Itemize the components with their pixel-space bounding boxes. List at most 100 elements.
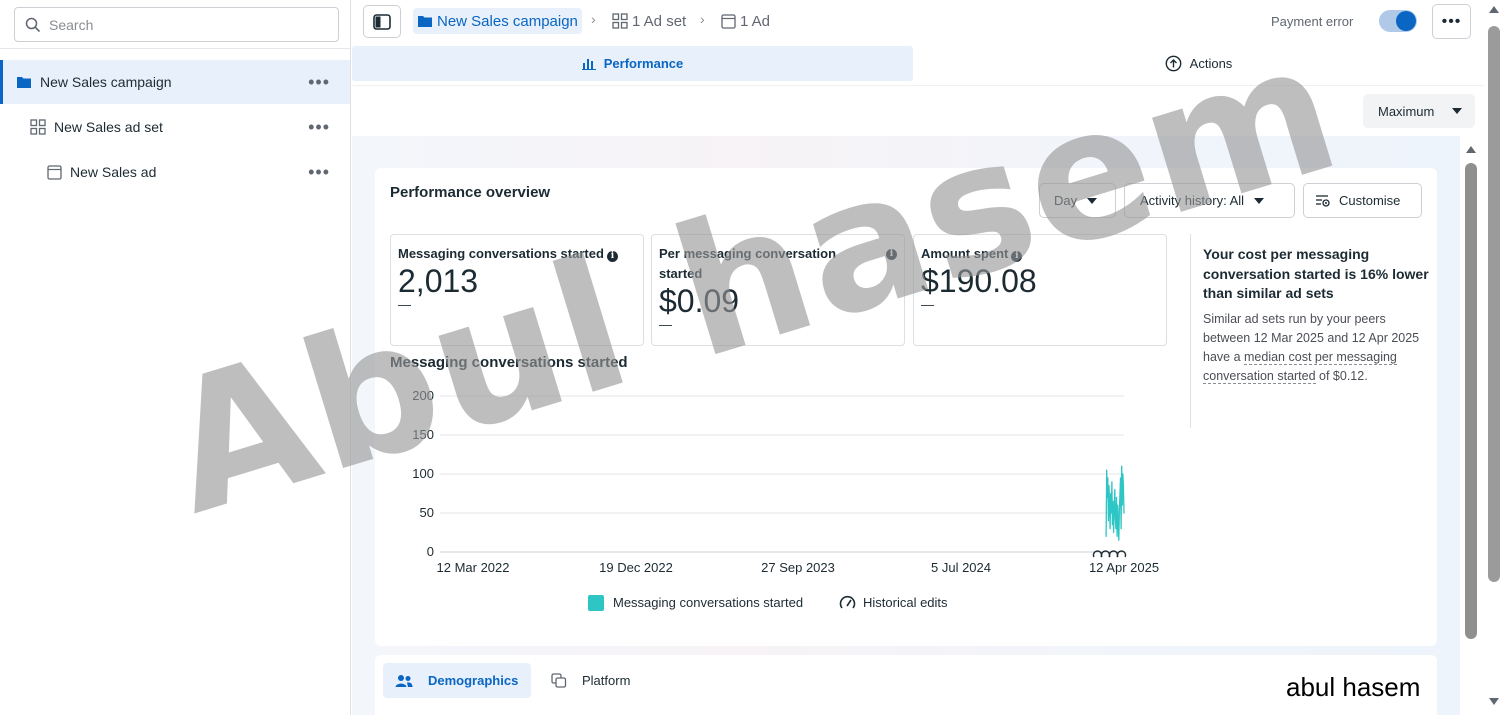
content-scrollbar[interactable] — [1462, 140, 1480, 715]
data-point — [1111, 481, 1113, 483]
data-point — [1121, 504, 1123, 506]
sidebar-item-campaign[interactable]: New Sales campaign ••• — [0, 60, 350, 104]
tab-actions[interactable]: Actions — [913, 46, 1484, 81]
data-point — [1105, 535, 1107, 537]
arrow-up-circle-icon — [1165, 55, 1182, 72]
breadcrumb-ad[interactable]: 1 Ad — [717, 8, 774, 34]
tab-performance[interactable]: Performance — [352, 46, 913, 81]
insight-headline: Your cost per messaging conversation sta… — [1203, 246, 1429, 301]
caret-down-icon — [1452, 108, 1462, 114]
data-point — [1108, 485, 1110, 487]
data-point — [1115, 528, 1117, 530]
info-icon[interactable]: i — [606, 251, 618, 262]
more-actions-button[interactable]: ••• — [1432, 4, 1471, 39]
tab-demographics[interactable]: Demographics — [383, 663, 531, 698]
metric-delta: — — [921, 297, 934, 312]
search-input[interactable] — [49, 16, 329, 33]
historical-edits-icon-needle — [846, 599, 852, 607]
legend-swatch — [588, 595, 604, 611]
performance-overview-card: Performance overview Day Activity histor… — [375, 168, 1437, 646]
scroll-up-icon[interactable] — [1489, 6, 1499, 13]
tab-label: Platform — [582, 673, 631, 688]
page-scrollbar[interactable] — [1486, 0, 1504, 715]
button-label: Customise — [1339, 193, 1401, 208]
more-options-icon[interactable]: ••• — [308, 118, 330, 136]
info-icon[interactable]: i — [1011, 251, 1023, 262]
people-icon — [395, 674, 413, 687]
data-point — [1114, 489, 1116, 491]
data-point — [1106, 496, 1108, 498]
tab-platform[interactable]: Platform — [551, 663, 630, 698]
sidebar-panel-icon — [373, 13, 391, 30]
y-tick-label: 50 — [420, 505, 434, 520]
metric-value: $190.08 — [921, 263, 1037, 299]
day-dropdown[interactable]: Day — [1039, 183, 1116, 218]
metric-card[interactable]: Messaging conversations started i 2,013 — — [390, 234, 644, 346]
metric-value: $0.09 — [659, 283, 740, 319]
platform-icon — [551, 673, 567, 688]
caret-down-icon — [1254, 197, 1265, 204]
metric-delta: — — [398, 297, 411, 312]
legend-label: Historical edits — [863, 595, 948, 610]
metric-label: Messaging conversations started i — [398, 244, 636, 264]
series-line — [1105, 466, 1125, 541]
messaging-line-chart[interactable]: 0 50 100 150 200 12 Mar 2022 19 Dec 2022 27 Sep… — [375, 378, 1165, 628]
tab-label: Performance — [603, 56, 684, 71]
search-icon — [25, 17, 41, 32]
insight-body: Similar ad sets run by your peers betwee… — [1203, 310, 1435, 387]
data-point — [1107, 477, 1109, 479]
x-tick-label: 12 Apr 2025 — [1089, 560, 1159, 575]
dropdown-label: Maximum — [1378, 103, 1435, 119]
campaign-toggle[interactable] — [1379, 10, 1417, 32]
more-options-icon[interactable]: ••• — [308, 73, 330, 91]
settings-sliders-icon — [1316, 194, 1330, 207]
data-point — [1118, 539, 1120, 541]
data-point — [1115, 496, 1118, 498]
chevron-right-icon: › — [700, 11, 705, 27]
metric-label: Amount spent i — [921, 244, 1159, 264]
data-point — [1117, 504, 1119, 506]
sidebar-item-label: New Sales ad set — [54, 119, 163, 135]
data-point — [1110, 492, 1112, 495]
scrollbar-thumb[interactable] — [1488, 26, 1500, 582]
metric-card[interactable]: Amount spent i $190.08 — — [913, 234, 1167, 346]
sidebar-item-label: New Sales campaign — [40, 74, 172, 90]
data-point — [1114, 516, 1116, 518]
data-point — [1120, 528, 1122, 530]
more-options-icon[interactable]: ••• — [308, 163, 330, 181]
payment-error-text[interactable]: Payment error — [1271, 14, 1353, 29]
ad-icon — [45, 163, 63, 181]
insight-panel: Your cost per messaging conversation sta… — [1190, 234, 1435, 428]
metric-label-text: Per messaging conversation started — [659, 246, 837, 281]
data-point — [1111, 524, 1114, 526]
data-point — [1122, 473, 1124, 475]
breadcrumb-label: 1 Ad — [740, 12, 771, 30]
maximum-dropdown[interactable]: Maximum — [1363, 94, 1475, 128]
info-icon[interactable]: i — [886, 249, 897, 260]
y-tick-label: 0 — [427, 544, 434, 559]
breadcrumb-adset[interactable]: 1 Ad set — [608, 8, 690, 34]
top-bar: New Sales campaign › 1 Ad set › 1 Ad Pay… — [351, 0, 1484, 44]
toggle-sidebar-button[interactable] — [363, 5, 401, 38]
data-point — [1123, 512, 1125, 514]
metric-value: 2,013 — [398, 263, 479, 299]
chevron-right-icon: › — [591, 11, 596, 27]
caret-down-icon — [1087, 197, 1098, 204]
sidebar: New Sales campaign ••• New Sales ad set … — [0, 0, 351, 715]
customise-button[interactable]: Customise — [1303, 183, 1422, 218]
legend-label: Messaging conversations started — [613, 595, 803, 610]
search-box[interactable] — [14, 7, 339, 42]
sidebar-item-adset[interactable]: New Sales ad set ••• — [0, 105, 350, 149]
x-tick-label: 27 Sep 2023 — [761, 560, 835, 575]
data-point — [1117, 520, 1119, 522]
sidebar-item-ad[interactable]: New Sales ad ••• — [0, 150, 350, 194]
scroll-down-icon[interactable] — [1489, 698, 1499, 705]
metric-delta: — — [659, 317, 672, 332]
scrollbar-thumb[interactable] — [1465, 163, 1477, 639]
activity-history-dropdown[interactable]: Activity history: All — [1124, 183, 1295, 218]
metric-card[interactable]: Per messaging conversation started i $0.0… — [651, 234, 905, 346]
breadcrumb-campaign[interactable]: New Sales campaign — [413, 8, 582, 34]
toggle-knob — [1396, 11, 1416, 31]
y-tick-label: 150 — [412, 427, 434, 442]
scroll-up-icon[interactable] — [1466, 146, 1476, 153]
